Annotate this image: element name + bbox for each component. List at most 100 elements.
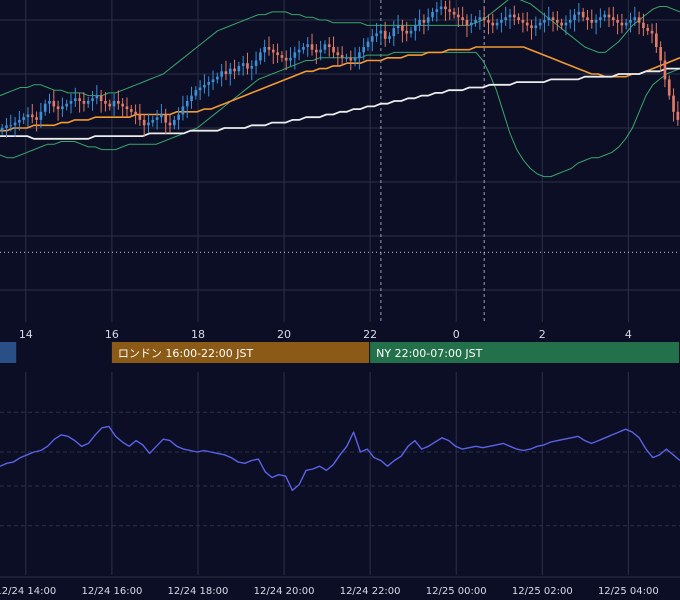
candle-body: [155, 117, 159, 120]
time-x-tick-label: 12/25 00:00: [426, 586, 487, 597]
candle-body: [358, 52, 361, 58]
candle-body: [211, 79, 215, 83]
candle-body: [500, 20, 503, 23]
candle-body: [207, 82, 211, 85]
session-label: NY 22:00-07:00 JST: [376, 347, 483, 360]
candle-body: [392, 28, 396, 37]
candle-body: [465, 20, 469, 26]
price-x-tick-label: 18: [191, 328, 205, 341]
candle-body: [366, 41, 370, 47]
candle-body: [487, 20, 490, 23]
candle-body: [538, 22, 542, 26]
candle-body: [0, 128, 4, 131]
candle-body: [26, 114, 30, 118]
candle-body: [525, 22, 529, 26]
candle-body: [482, 17, 486, 20]
candle-body: [650, 30, 654, 34]
candle-body: [353, 57, 357, 61]
candle-body: [413, 25, 417, 31]
candle-body: [276, 52, 279, 56]
candle-body: [375, 33, 378, 37]
candle-body: [323, 44, 327, 50]
candle-body: [9, 125, 13, 127]
candle-body: [439, 6, 443, 10]
candle-body: [426, 17, 430, 23]
time-x-tick-label: 12/24 22:00: [340, 586, 401, 597]
candle-body: [654, 33, 658, 47]
candle-body: [564, 22, 568, 26]
candle-body: [530, 25, 533, 29]
candle-body: [104, 101, 107, 104]
candle-body: [254, 60, 258, 66]
candle-body: [457, 14, 460, 18]
candle-body: [160, 114, 163, 118]
candle-body: [327, 44, 331, 47]
candle-body: [86, 101, 90, 104]
candle-body: [577, 11, 581, 15]
candle-body: [138, 114, 142, 120]
candle-body: [117, 101, 120, 104]
candle-body: [586, 17, 589, 20]
candle-body: [461, 17, 464, 20]
candle-body: [108, 103, 112, 107]
candle-body: [547, 17, 551, 20]
candle-body: [573, 14, 576, 20]
candle-body: [224, 71, 228, 74]
candle-body: [512, 14, 516, 18]
candle-body: [568, 20, 572, 23]
candle-body: [48, 101, 51, 104]
candle-body: [306, 44, 310, 47]
candle-body: [95, 95, 99, 99]
candle-body: [164, 114, 168, 123]
candle-body: [125, 106, 129, 110]
candle-body: [194, 90, 198, 96]
candle-body: [370, 36, 374, 42]
candle-body: [43, 103, 47, 112]
price-x-tick-label: 2: [539, 328, 546, 341]
candle-body: [198, 87, 202, 91]
time-x-tick-label: 12/25 02:00: [512, 586, 573, 597]
candle-body: [599, 17, 602, 20]
price-x-tick-label: 14: [19, 328, 33, 341]
candle-body: [642, 22, 645, 29]
candle-body: [448, 9, 452, 12]
candle-body: [112, 101, 116, 107]
candle-body: [181, 106, 185, 115]
candle-body: [495, 22, 499, 26]
candle-body: [52, 101, 56, 107]
candle-body: [241, 63, 245, 66]
session-band: [0, 342, 17, 363]
candle-body: [172, 119, 176, 126]
candle-body: [22, 117, 26, 120]
candle-body: [469, 22, 473, 26]
candle-body: [267, 47, 271, 50]
candle-body: [121, 103, 124, 107]
price-x-tick-label: 0: [453, 328, 460, 341]
candle-body: [401, 25, 404, 31]
chart-canvas: 14 16 18 20 22 0 2 4 ロンドン 16:00-22:00 JST NY 22:…: [0, 0, 680, 600]
candle-body: [478, 17, 482, 20]
candle-body: [250, 65, 254, 69]
candle-body: [297, 49, 301, 53]
candle-body: [345, 57, 348, 59]
candle-body: [289, 57, 292, 61]
candle-body: [5, 125, 8, 128]
time-x-tick-label: 12/25 04:00: [598, 586, 659, 597]
candle-body: [142, 119, 146, 126]
candle-body: [409, 30, 413, 34]
candle-body: [99, 95, 103, 101]
candle-body: [556, 20, 559, 23]
candle-body: [216, 76, 219, 80]
candle-body: [581, 11, 585, 18]
candle-body: [263, 47, 267, 53]
candle-body: [314, 49, 318, 53]
candle-body: [30, 114, 34, 118]
candle-body: [560, 22, 563, 26]
candle-body: [293, 52, 297, 58]
candle-body: [259, 52, 262, 61]
price-x-tick-label: 16: [105, 328, 119, 341]
candle-body: [551, 17, 555, 20]
time-x-tick-label: 12/24 14:00: [0, 586, 56, 597]
candle-body: [18, 119, 21, 123]
price-x-tick-label: 4: [625, 328, 632, 341]
